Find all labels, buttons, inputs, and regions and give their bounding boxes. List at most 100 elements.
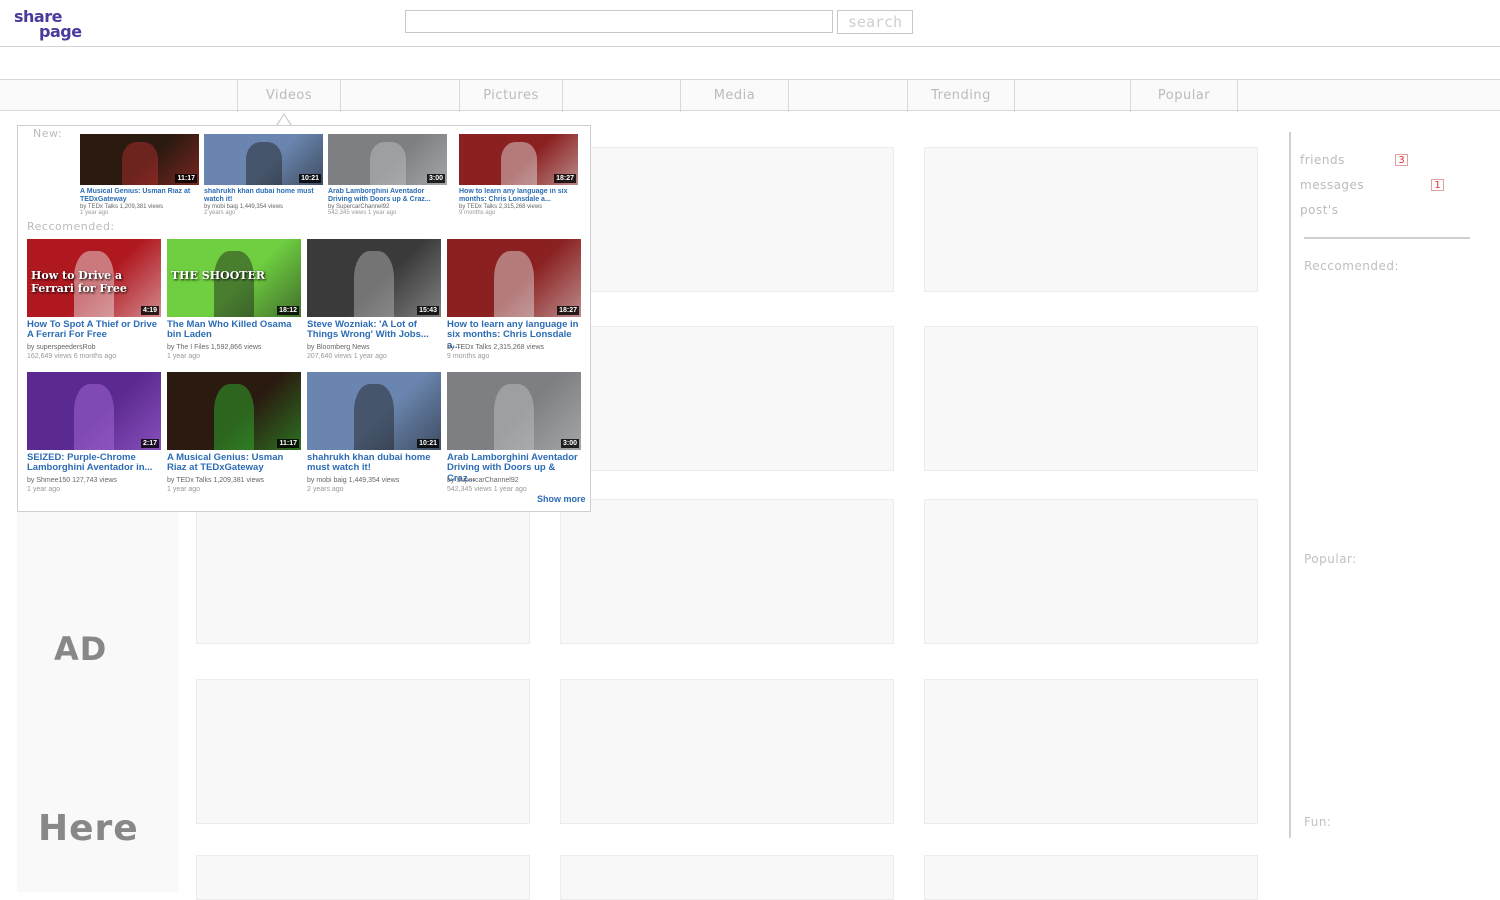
nav-separator xyxy=(340,80,341,112)
video-title-link[interactable]: SEIZED: Purple-Chrome Lamborghini Aventa… xyxy=(27,453,161,474)
video-title-link[interactable]: A Musical Genius: Usman Riaz at TEDxGate… xyxy=(80,188,199,203)
content-tile[interactable] xyxy=(560,679,894,824)
video-age: 1 year ago xyxy=(167,486,201,493)
video-meta: by mobi baig 1,449,354 views xyxy=(307,477,400,484)
video-age: 207,640 views 1 year ago xyxy=(307,353,387,360)
content-tile[interactable] xyxy=(924,326,1258,471)
tab-videos[interactable]: Videos xyxy=(238,80,340,112)
video-duration: 18:27 xyxy=(557,306,579,315)
video-thumbnail[interactable]: 18:27 xyxy=(447,239,581,317)
video-age: 1 year ago xyxy=(27,486,61,493)
thumbnail-figure xyxy=(246,142,282,185)
video-thumbnail[interactable]: How to Drive a Ferrari for Free 4:19 xyxy=(27,239,161,317)
video-title-link[interactable]: shahrukh khan dubai home must watch it! xyxy=(307,453,441,474)
tab-media[interactable]: Media xyxy=(681,80,788,112)
nav-separator xyxy=(562,80,563,112)
video-title-link[interactable]: Arab Lamborghini Aventador Driving with … xyxy=(328,188,447,203)
thumbnail-figure xyxy=(354,251,394,317)
content-tile[interactable] xyxy=(560,147,894,292)
ad-text-ad: AD xyxy=(54,630,108,668)
video-duration: 11:17 xyxy=(277,439,299,448)
video-title-link[interactable]: The Man Who Killed Osama bin Laden xyxy=(167,320,301,341)
video-thumbnail[interactable]: 10:21 xyxy=(307,372,441,450)
video-thumbnail[interactable]: 3:00 xyxy=(447,372,581,450)
tab-popular[interactable]: Popular xyxy=(1131,80,1237,112)
thumbnail-figure xyxy=(354,384,394,450)
video-duration: 4:19 xyxy=(140,306,159,315)
thumbnail-figure xyxy=(494,384,534,450)
video-thumbnail[interactable]: 2:17 xyxy=(27,372,161,450)
video-thumbnail[interactable]: 3:00 xyxy=(328,134,447,185)
tab-pictures[interactable]: Pictures xyxy=(460,80,562,112)
logo-text-page: page xyxy=(39,22,82,41)
dropdown-label-recommended: Reccomended: xyxy=(27,220,115,233)
sidebar-heading-popular: Popular: xyxy=(1304,552,1357,566)
content-tile[interactable] xyxy=(196,679,530,824)
content-tile[interactable] xyxy=(924,855,1258,900)
search-input[interactable] xyxy=(405,10,833,33)
show-more-link[interactable]: Show more xyxy=(537,494,586,504)
search-button[interactable]: search xyxy=(837,10,913,34)
content-tile[interactable] xyxy=(560,326,894,471)
video-duration: 10:21 xyxy=(417,439,439,448)
video-meta: by The I Files 1,592,866 views xyxy=(167,344,262,351)
video-age: 2 years ago xyxy=(204,210,236,216)
video-title-link[interactable]: How To Spot A Thief or Drive A Ferrari F… xyxy=(27,320,161,341)
video-thumbnail[interactable]: 11:17 xyxy=(80,134,199,185)
video-age: 1 year ago xyxy=(80,210,109,216)
thumbnail-figure xyxy=(122,142,158,185)
video-age: 1 year ago xyxy=(167,353,201,360)
video-duration: 11:17 xyxy=(175,174,197,183)
dropdown-caret-inner xyxy=(278,115,290,125)
video-duration: 18:12 xyxy=(277,306,299,315)
video-duration: 18:27 xyxy=(554,174,576,183)
content-tile[interactable] xyxy=(924,679,1258,824)
messages-count-badge: 1 xyxy=(1431,179,1444,191)
video-title-link[interactable]: Steve Wozniak: 'A Lot of Things Wrong' W… xyxy=(307,320,441,341)
video-thumbnail[interactable]: 15:43 xyxy=(307,239,441,317)
sidebar-link-friends[interactable]: friends xyxy=(1300,153,1345,167)
content-tile[interactable] xyxy=(924,147,1258,292)
sidebar-heading-recommended: Reccomended: xyxy=(1304,259,1400,273)
content-tile[interactable] xyxy=(924,499,1258,644)
video-age: 2 years ago xyxy=(307,486,344,493)
thumbnail-figure xyxy=(214,384,254,450)
video-age: 542,345 views 1 year ago xyxy=(328,210,397,216)
sidebar-link-posts[interactable]: post's xyxy=(1300,203,1338,217)
sidebar-border xyxy=(1289,132,1291,838)
video-title-link[interactable]: How to learn any language in six months:… xyxy=(459,188,578,203)
sidebar-link-messages[interactable]: messages xyxy=(1300,178,1364,192)
dropdown-label-new: New: xyxy=(33,127,63,140)
nav-separator xyxy=(1237,80,1238,112)
video-age: 542,345 views 1 year ago xyxy=(447,486,527,493)
video-meta: by Bloomberg News xyxy=(307,344,370,351)
friends-count-badge: 3 xyxy=(1395,154,1408,166)
video-title-link[interactable]: shahrukh khan dubai home must watch it! xyxy=(204,188,323,203)
video-age: 162,649 views 6 months ago xyxy=(27,353,117,360)
video-thumbnail[interactable]: 11:17 xyxy=(167,372,301,450)
nav-separator xyxy=(788,80,789,112)
sidebar-heading-fun: Fun: xyxy=(1304,815,1332,829)
content-tile[interactable] xyxy=(560,855,894,900)
thumbnail-figure xyxy=(370,142,406,185)
video-title-link[interactable]: A Musical Genius: Usman Riaz at TEDxGate… xyxy=(167,453,301,474)
thumbnail-caption: How to Drive a Ferrari for Free xyxy=(31,269,127,295)
thumbnail-figure xyxy=(501,142,537,185)
content-tile[interactable] xyxy=(196,499,530,644)
content-tile[interactable] xyxy=(560,499,894,644)
thumbnail-figure xyxy=(214,251,254,317)
video-thumbnail[interactable]: 18:27 xyxy=(459,134,578,185)
thumbnail-figure xyxy=(494,251,534,317)
tab-trending[interactable]: Trending xyxy=(908,80,1014,112)
video-duration: 2:17 xyxy=(140,439,159,448)
video-meta: by TEDx Talks 2,315,268 views xyxy=(447,344,545,351)
main-nav: Videos Pictures Media Trending Popular xyxy=(0,79,1500,112)
site-logo[interactable]: share page xyxy=(14,7,94,41)
video-thumbnail[interactable]: THE SHOOTER 18:12 xyxy=(167,239,301,317)
video-meta: by Shmee150 127,743 views xyxy=(27,477,117,484)
header-divider xyxy=(0,46,1500,47)
thumbnail-caption: THE SHOOTER xyxy=(171,269,266,282)
video-age: 9 months ago xyxy=(447,353,490,360)
video-thumbnail[interactable]: 10:21 xyxy=(204,134,323,185)
content-tile[interactable] xyxy=(196,855,530,900)
